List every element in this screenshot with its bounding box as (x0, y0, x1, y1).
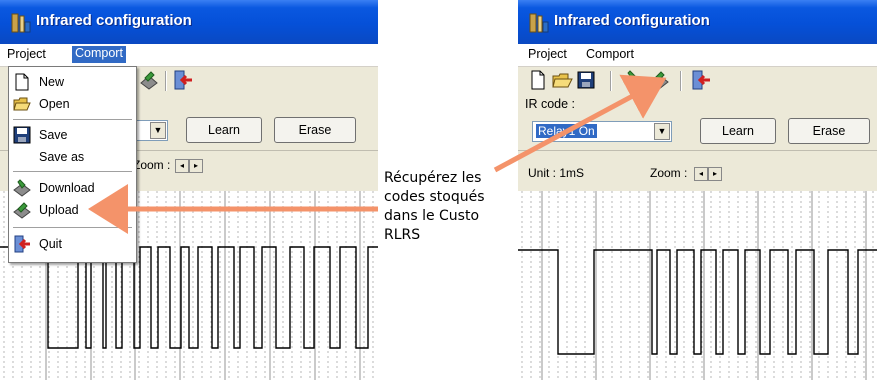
menu-project[interactable]: Project (528, 47, 567, 61)
annotation-line: codes stoqués (384, 189, 485, 205)
unit-label: Unit : 1mS (528, 166, 585, 180)
zoom-out-button[interactable]: ◂ (694, 167, 708, 181)
chevron-down-icon[interactable]: ▼ (654, 123, 670, 140)
menu-separator (13, 171, 132, 172)
menu-comport[interactable]: Comport (72, 46, 126, 63)
quit-icon[interactable] (690, 69, 712, 91)
menu-item-save[interactable]: Save (9, 124, 136, 146)
ir-code-label: IR code : (525, 97, 576, 111)
menu-item-download[interactable]: Download (9, 177, 136, 199)
save-icon (13, 126, 31, 144)
erase-button[interactable]: Erase (274, 117, 356, 143)
upload-icon[interactable] (138, 69, 160, 91)
zoom-label: Zoom : (650, 166, 688, 180)
control-bar: Unit : 1mS Zoom : ◂ ▸ (518, 150, 877, 191)
new-file-icon (15, 73, 29, 91)
quit-icon (14, 235, 30, 253)
zoom-out-button[interactable]: ◂ (175, 159, 189, 173)
window-title: Infrared configuration (36, 12, 192, 29)
menu-item-open[interactable]: Open (9, 93, 136, 115)
toolbar (518, 67, 877, 95)
app-icon (529, 13, 549, 33)
chevron-down-icon[interactable]: ▼ (150, 122, 166, 139)
menu-item-new[interactable]: New (9, 71, 136, 93)
menu-item-upload[interactable]: Upload (9, 199, 136, 221)
open-folder-icon (13, 97, 31, 111)
new-file-icon[interactable] (527, 69, 549, 91)
toolbar-separator (165, 71, 167, 91)
menu-separator (13, 119, 132, 120)
learn-button[interactable]: Learn (700, 118, 776, 144)
save-icon[interactable] (575, 69, 597, 91)
annotation-line: RLRS (384, 227, 421, 243)
waveform-line (518, 249, 877, 355)
app-icon (11, 13, 31, 33)
download-icon[interactable] (622, 69, 644, 91)
menu-item-save-as[interactable]: Save as (9, 146, 136, 168)
menu-comport[interactable]: Comport (586, 47, 634, 61)
erase-button[interactable]: Erase (788, 118, 870, 144)
left-window: Infrared configuration Project Comport ▼… (0, 0, 378, 380)
right-window: Infrared configuration Project Comport I… (518, 0, 877, 380)
comport-dropdown-menu: New Open Save Save as Download Upload Qu… (8, 66, 137, 263)
zoom-in-button[interactable]: ▸ (708, 167, 722, 181)
window-title: Infrared configuration (554, 12, 710, 29)
zoom-in-button[interactable]: ▸ (189, 159, 203, 173)
menu-project[interactable]: Project (7, 47, 46, 61)
annotation-line: dans le Custo (384, 208, 480, 224)
annotation-text: Récupérez les codes stoqués dans le Cust… (384, 169, 485, 245)
ir-code-select[interactable]: Relay1 On ▼ (532, 121, 672, 142)
signal-waveform (518, 191, 877, 380)
learn-button[interactable]: Learn (186, 117, 262, 143)
menu-separator (13, 227, 132, 228)
signal-plot (518, 191, 877, 380)
upload-icon[interactable] (648, 69, 670, 91)
menu-item-quit[interactable]: Quit (9, 233, 136, 255)
annotation-line: Récupérez les (384, 170, 482, 186)
menu-bar: Project Comport (0, 44, 378, 67)
quit-icon[interactable] (172, 69, 194, 91)
toolbar-separator (610, 71, 612, 91)
title-bar: Infrared configuration (0, 0, 378, 44)
toolbar-separator (680, 71, 682, 91)
open-folder-icon[interactable] (551, 69, 573, 91)
upload-icon (13, 202, 31, 219)
ir-code-value: Relay1 On (536, 124, 597, 138)
title-bar: Infrared configuration (518, 0, 877, 44)
menu-bar: Project Comport (518, 44, 877, 67)
download-icon (13, 179, 31, 197)
zoom-label: Zoom : (133, 158, 171, 172)
